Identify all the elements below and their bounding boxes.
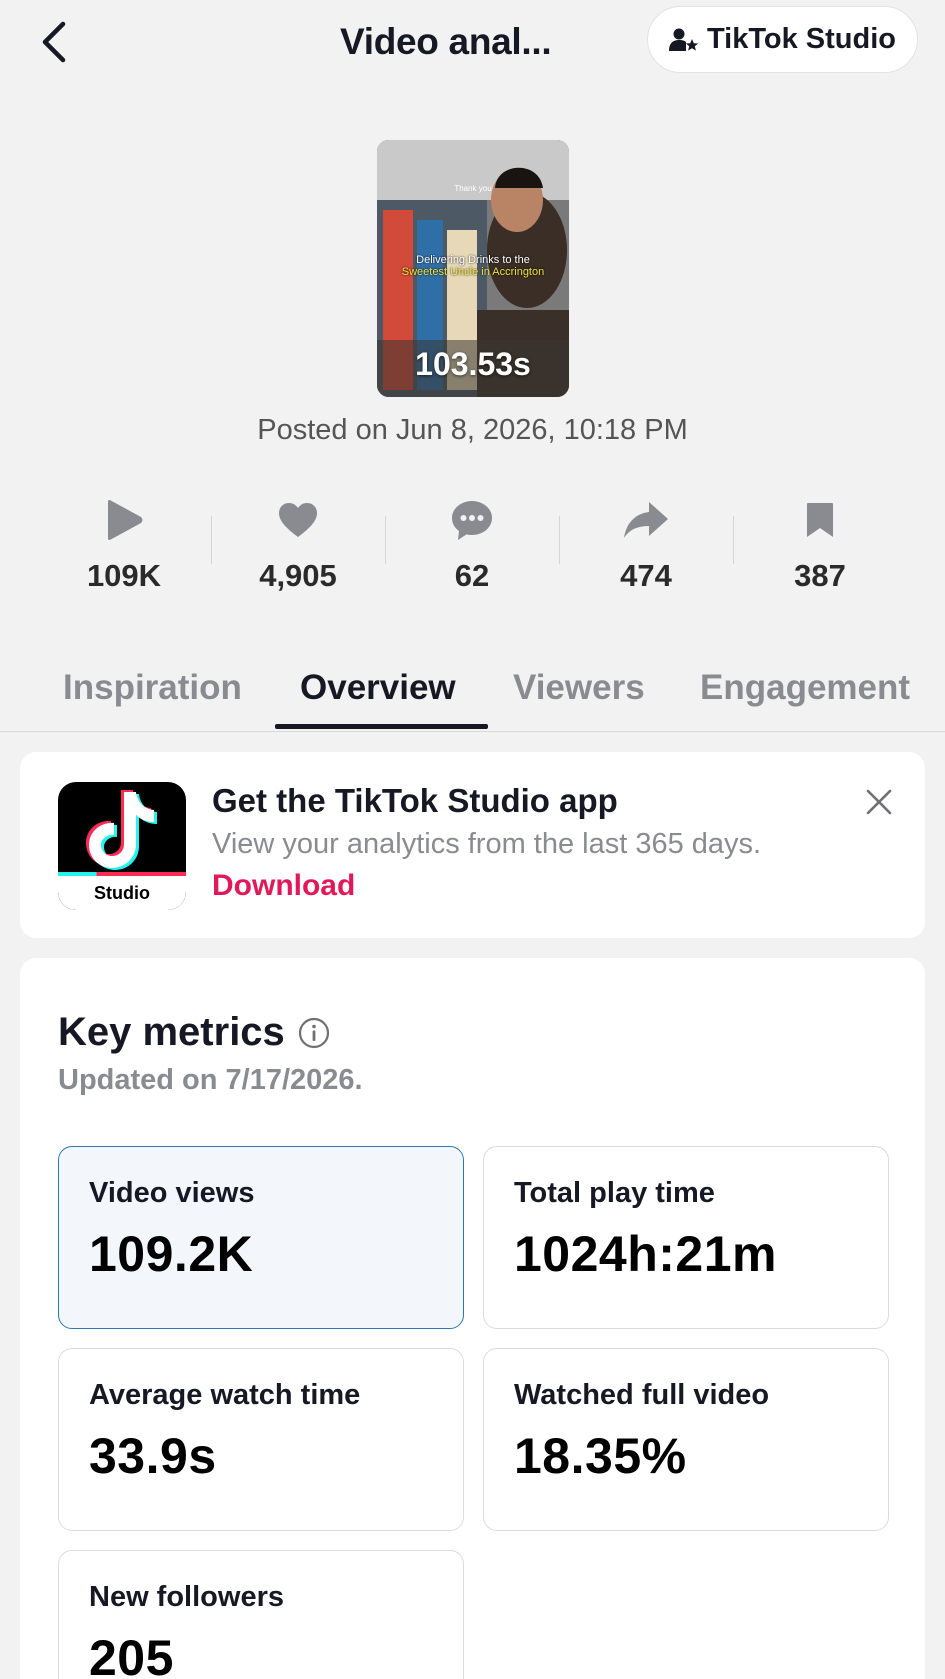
metric-card-watched-full-video[interactable]: Watched full video 18.35%	[483, 1348, 889, 1531]
tiktok-studio-button[interactable]: TikTok Studio	[647, 6, 918, 73]
active-tab-indicator	[275, 724, 488, 729]
banner-subtitle: View your analytics from the last 365 da…	[212, 828, 762, 860]
metric-value: 1024h:21m	[514, 1226, 777, 1282]
bookmark-icon	[807, 503, 833, 537]
tab-overview[interactable]: Overview	[300, 662, 456, 722]
stats-row: 109K 4,905 62 474 387	[37, 492, 907, 602]
stat-likes: 4,905	[211, 492, 385, 602]
app-icon-label: Studio	[58, 876, 186, 910]
metric-label: New followers	[89, 1581, 284, 1613]
metric-label: Watched full video	[514, 1379, 770, 1411]
metric-value: 18.35%	[514, 1428, 687, 1484]
heart-icon	[279, 503, 317, 537]
banner-title: Get the TikTok Studio app	[212, 782, 618, 819]
key-metrics-card: Key metrics Updated on 7/17/2026. Video …	[20, 958, 925, 1679]
header: Video anal... TikTok Studio	[0, 0, 945, 84]
thumbnail-caption: Delivering Drinks to the Sweetest Uncle …	[377, 254, 569, 278]
share-icon	[624, 502, 668, 538]
studio-app-banner: Studio Get the TikTok Studio app View yo…	[20, 752, 925, 938]
tiktok-studio-label: TikTok Studio	[706, 23, 897, 55]
metric-label: Total play time	[514, 1177, 715, 1209]
video-duration: 103.53s	[415, 346, 531, 382]
metric-value: 109.2K	[89, 1226, 254, 1282]
analytics-tabs: Inspiration Overview Viewers Engagement	[0, 652, 945, 732]
tab-viewers[interactable]: Viewers	[513, 662, 645, 722]
key-metrics-title: Key metrics	[58, 1010, 285, 1054]
thumbnail-caption-line-1: Delivering Drinks to the	[416, 254, 530, 266]
posted-date: Posted on Jun 8, 2026, 10:18 PM	[257, 414, 688, 446]
stat-comments: 62	[385, 492, 559, 602]
stat-saves: 387	[733, 492, 907, 602]
metric-card-average-watch-time[interactable]: Average watch time 33.9s	[58, 1348, 464, 1531]
video-thumbnail[interactable]: Thank you Delivering Drinks to the Sweet…	[377, 140, 569, 397]
tab-inspiration[interactable]: Inspiration	[63, 662, 242, 722]
metric-card-video-views[interactable]: Video views 109.2K	[58, 1146, 464, 1329]
stat-shares: 474	[559, 492, 733, 602]
metric-label: Video views	[89, 1177, 255, 1209]
stat-value: 474	[620, 558, 672, 593]
thumbnail-caption-top: Thank you	[454, 184, 492, 193]
back-button[interactable]	[30, 14, 78, 70]
stat-views: 109K	[37, 492, 211, 602]
tiktok-logo-icon	[86, 790, 157, 870]
stat-value: 62	[454, 558, 490, 593]
metric-card-total-play-time[interactable]: Total play time 1024h:21m	[483, 1146, 889, 1329]
stat-value: 4,905	[259, 558, 337, 593]
comment-icon	[452, 501, 492, 540]
metric-label: Average watch time	[89, 1379, 361, 1411]
page-title: Video anal...	[340, 21, 552, 62]
metrics-updated-date: Updated on 7/17/2026.	[58, 1064, 363, 1096]
stat-value: 109K	[86, 558, 162, 593]
download-link[interactable]: Download	[212, 869, 355, 903]
key-metrics-heading: Key metrics	[58, 1010, 331, 1055]
close-banner-button[interactable]	[859, 782, 899, 822]
info-icon[interactable]	[297, 1016, 331, 1050]
chevron-left-icon	[42, 21, 66, 63]
play-icon	[108, 500, 143, 540]
tab-engagement[interactable]: Engagement	[700, 662, 910, 722]
close-icon	[866, 789, 892, 815]
user-star-icon	[668, 28, 699, 51]
metric-card-new-followers[interactable]: New followers 205	[58, 1550, 464, 1679]
stat-value: 387	[794, 558, 846, 593]
metric-value: 205	[89, 1630, 174, 1679]
metric-value: 33.9s	[89, 1428, 217, 1484]
tiktok-studio-app-icon: Studio	[58, 782, 186, 910]
thumbnail-caption-line-2: Sweetest Uncle in Accrington	[401, 266, 545, 278]
video-analytics-page: Video anal... TikTok Studio Thank you De…	[0, 0, 945, 1679]
